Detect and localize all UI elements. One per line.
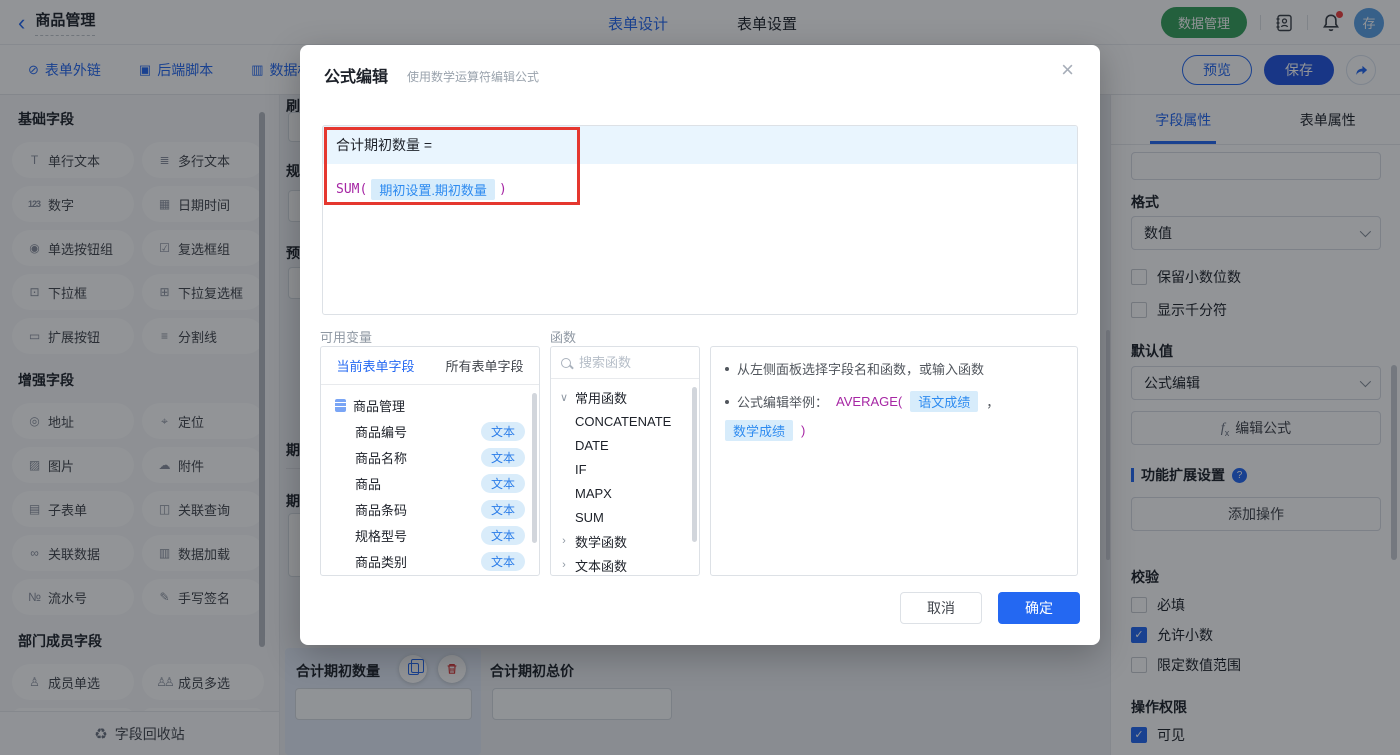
document-icon: [335, 398, 346, 412]
example-function: AVERAGE(: [836, 394, 903, 409]
function-item[interactable]: MAPX: [551, 481, 699, 505]
variable-name: 商品类别: [355, 554, 408, 570]
tab-all-form-fields[interactable]: 所有表单字段: [430, 347, 539, 384]
variable-field-row[interactable]: 商品名称 文本: [325, 444, 535, 470]
formula-field-chip[interactable]: 期初设置.期初数量: [371, 179, 495, 200]
formula-editor-area[interactable]: 合计期初数量 = SUM( 期初设置.期初数量 ): [322, 125, 1078, 315]
bullet-icon: [725, 399, 729, 404]
tip-prefix: 公式编辑举例：: [737, 395, 829, 410]
function-search-input[interactable]: [579, 355, 679, 370]
formula-editor-modal: 公式编辑 使用数学运算符编辑公式 × 合计期初数量 = SUM( 期初设置.期初…: [300, 45, 1100, 645]
variable-name: 商品: [355, 476, 382, 492]
bullet-icon: [725, 366, 729, 371]
example-field-chip: 语文成绩: [910, 391, 979, 412]
field-type-badge: 文本: [480, 421, 525, 441]
variable-field-row[interactable]: 商品 文本: [325, 470, 535, 496]
tip-line: 从左侧面板选择字段名和函数，或输入函数: [725, 359, 1063, 378]
functions-panel: ∨ 常用函数 CONCATENATE DATE IF MAPX SUM › 数学…: [550, 346, 700, 576]
formula-expression[interactable]: SUM( 期初设置.期初数量 ): [336, 179, 1064, 200]
search-icon: [561, 357, 571, 368]
function-group-label: 数学函数: [575, 534, 628, 550]
chevron-right-icon: ›: [562, 559, 566, 571]
function-item[interactable]: CONCATENATE: [551, 409, 699, 433]
confirm-button[interactable]: 确定: [998, 592, 1080, 624]
function-item[interactable]: DATE: [551, 433, 699, 457]
functions-scrollbar[interactable]: [692, 387, 697, 542]
function-item[interactable]: SUM: [551, 505, 699, 529]
field-type-badge: 文本: [480, 499, 525, 519]
variables-panel-label: 可用变量: [320, 330, 373, 345]
modal-subtitle: 使用数学运算符编辑公式: [407, 70, 540, 84]
function-group-label: 文本函数: [575, 558, 628, 574]
variable-field-row[interactable]: 规格型号 文本: [325, 522, 535, 548]
field-type-badge: 文本: [480, 525, 525, 545]
variable-field-row[interactable]: 商品条码 文本: [325, 496, 535, 522]
formula-paren: ): [498, 182, 507, 197]
variables-scrollbar[interactable]: [532, 393, 537, 543]
functions-panel-label: 函数: [550, 330, 577, 345]
chevron-down-icon: ∨: [559, 391, 569, 404]
formula-target: 合计期初数量 =: [336, 137, 433, 153]
formula-target-row: 合计期初数量 =: [323, 126, 1077, 164]
field-type-badge: 文本: [480, 447, 525, 467]
variable-root-label: 商品管理: [353, 398, 406, 414]
function-group-row[interactable]: › 数学函数: [551, 529, 699, 553]
formula-function: SUM(: [336, 182, 368, 197]
variable-name: 商品编号: [355, 424, 408, 440]
function-item[interactable]: IF: [551, 457, 699, 481]
function-group-row[interactable]: › 文本函数: [551, 553, 699, 575]
example-field-chip: 数学成绩: [725, 420, 794, 441]
modal-title: 公式编辑: [324, 69, 389, 86]
field-type-badge: 文本: [480, 473, 525, 493]
variable-name: 规格型号: [355, 528, 408, 544]
variable-name: 商品名称: [355, 450, 408, 466]
tips-panel: 从左侧面板选择字段名和函数，或输入函数 公式编辑举例： AVERAGE( 语文成…: [710, 346, 1078, 576]
variables-panel: 当前表单字段 所有表单字段 商品管理 商品编号 文本 商品名称 文本 商品 文本…: [320, 346, 540, 576]
cancel-button[interactable]: 取消: [900, 592, 982, 624]
variable-name: 商品条码: [355, 502, 408, 518]
function-group-label: 常用函数: [575, 390, 628, 406]
example-comma: ，: [986, 395, 1000, 410]
tip-example-line: 公式编辑举例： AVERAGE( 语文成绩 ， 数学成绩 ): [725, 391, 1063, 441]
tip-text: 从左侧面板选择字段名和函数，或输入函数: [737, 362, 985, 377]
variable-field-row[interactable]: 商品类别 文本: [325, 548, 535, 574]
variable-root-row[interactable]: 商品管理: [325, 392, 535, 418]
field-type-badge: 文本: [480, 551, 525, 571]
close-icon[interactable]: ×: [1061, 59, 1074, 81]
chevron-right-icon: ›: [562, 535, 566, 547]
function-group-row[interactable]: ∨ 常用函数: [551, 385, 699, 409]
function-search-row: [551, 347, 699, 379]
variable-field-row[interactable]: 商品编号 文本: [325, 418, 535, 444]
example-paren: ): [801, 423, 806, 438]
tab-current-form-fields[interactable]: 当前表单字段: [321, 347, 430, 384]
